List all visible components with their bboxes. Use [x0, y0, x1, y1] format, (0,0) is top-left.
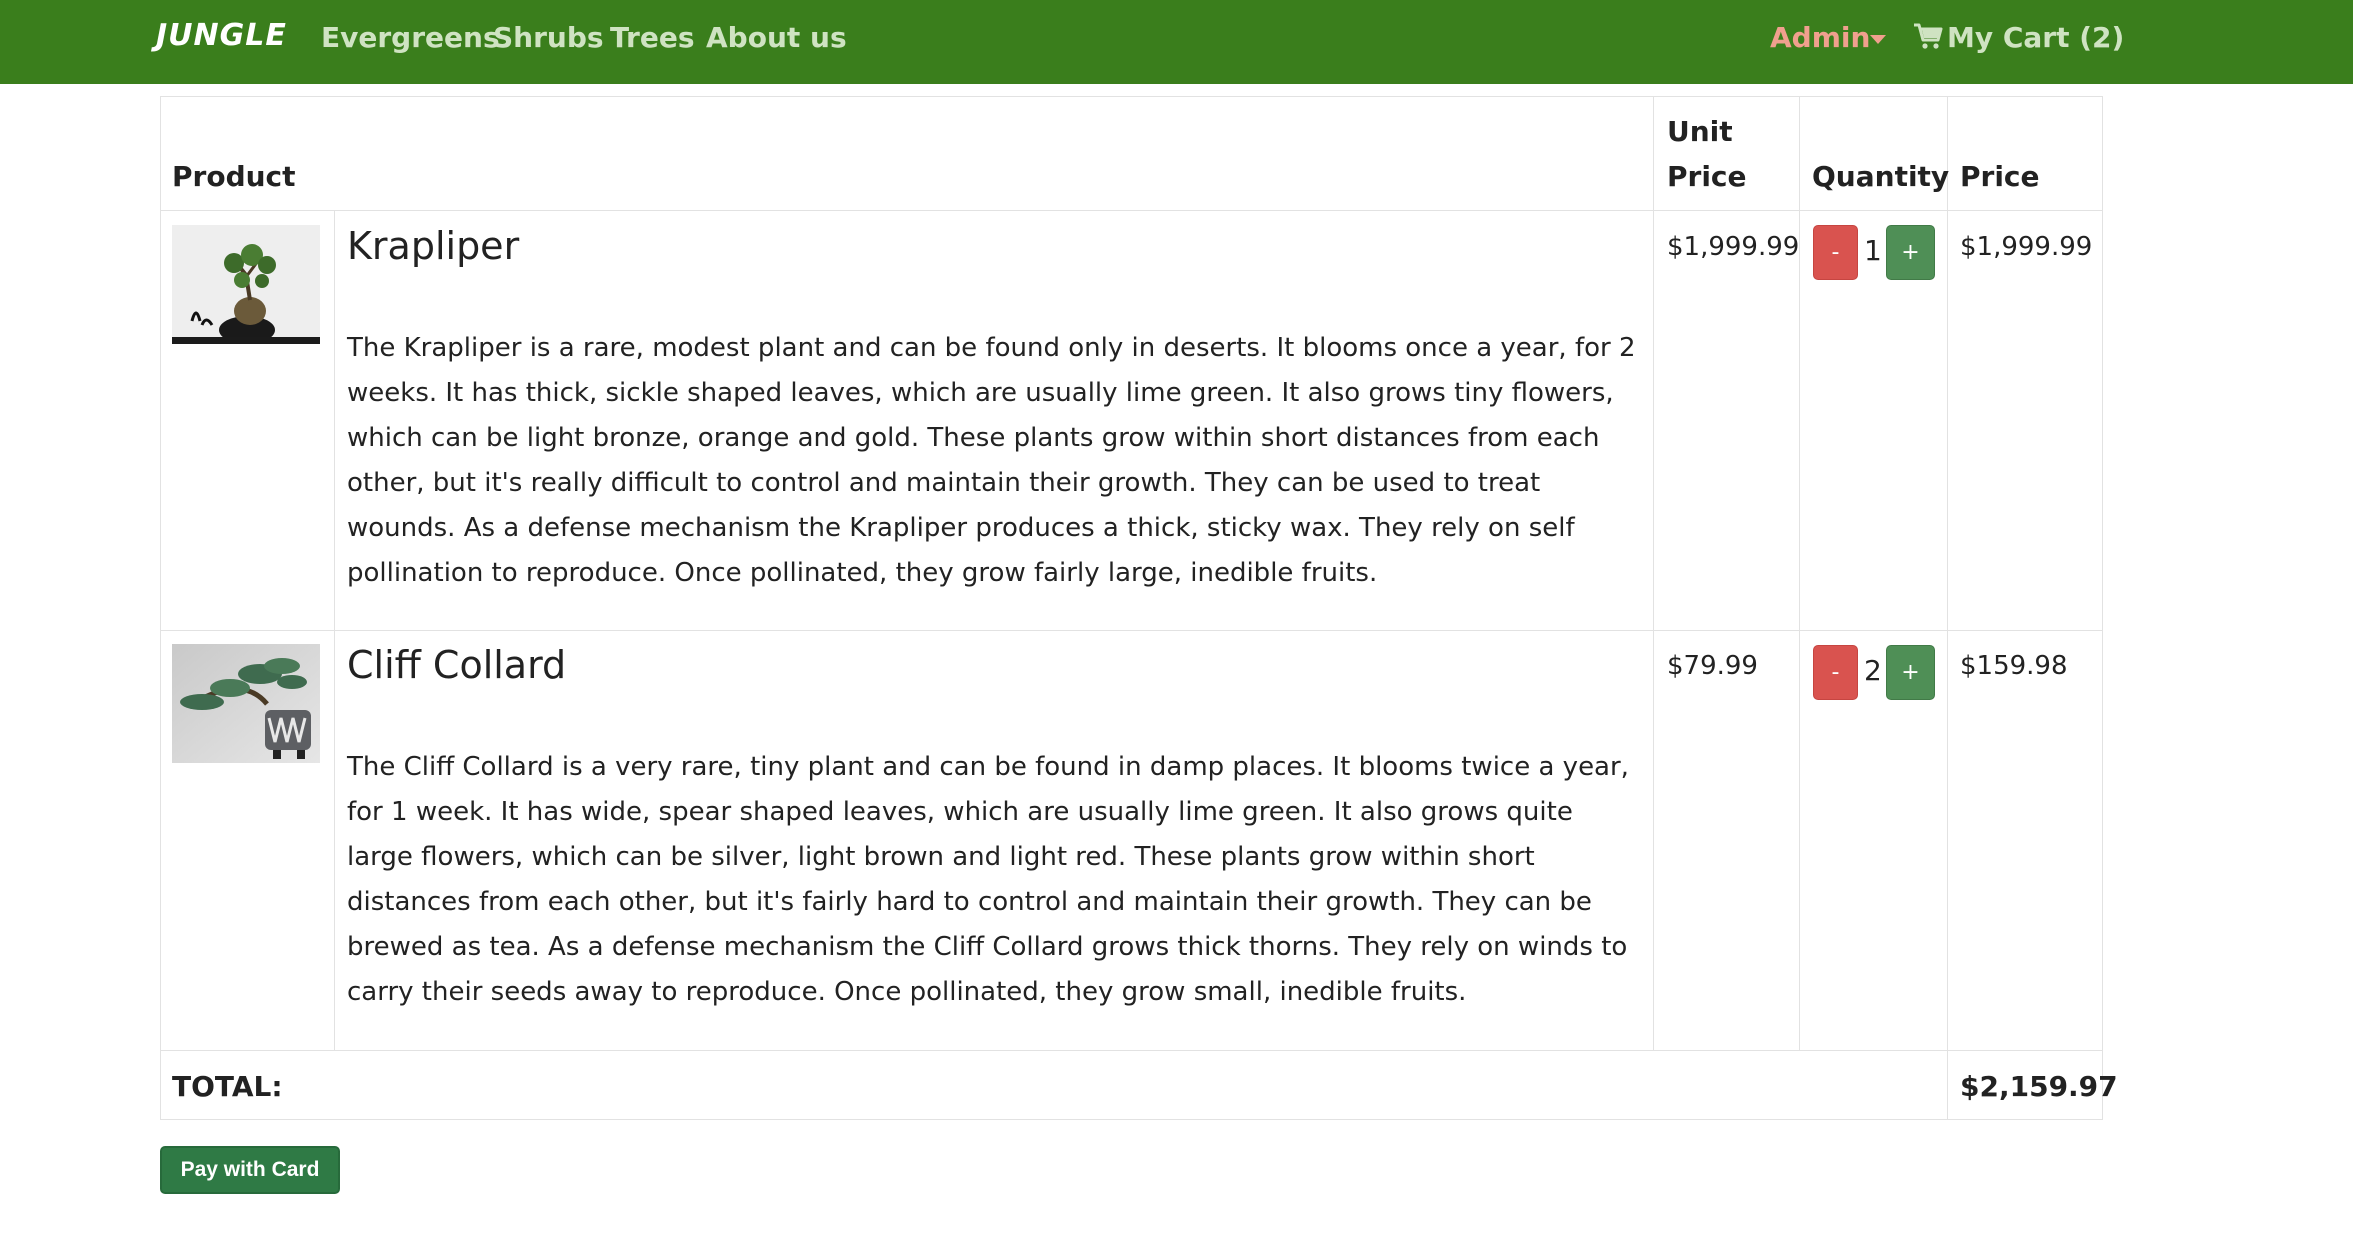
header-unit-price-line1: Unit [1667, 115, 1733, 148]
unit-price: $79.99 [1667, 651, 1758, 681]
line-price: $1,999.99 [1960, 232, 2093, 262]
product-description: The Krapliper is a rare, modest plant an… [347, 333, 1636, 588]
increment-quantity-button[interactable]: + [1886, 225, 1935, 280]
header-product: Product [172, 160, 296, 193]
nav-link-shrubs[interactable]: Shrubs [493, 21, 604, 54]
column-divider [1947, 96, 1948, 1120]
nav-link-about-us[interactable]: About us [706, 21, 847, 54]
total-value: $2,159.97 [1960, 1070, 2118, 1103]
line-price: $159.98 [1960, 651, 2068, 681]
my-cart-label: My Cart (2) [1947, 21, 2125, 54]
row-divider [160, 630, 2103, 631]
header-divider [160, 210, 2103, 211]
unit-price: $1,999.99 [1667, 232, 1800, 262]
total-label: TOTAL: [172, 1070, 283, 1103]
admin-dropdown[interactable]: Admin [1770, 21, 1870, 54]
shopping-cart-icon [1914, 23, 1943, 49]
product-thumbnail[interactable] [172, 225, 320, 344]
decrement-quantity-button[interactable]: - [1813, 645, 1858, 700]
product-name[interactable]: Cliff Collard [347, 643, 566, 687]
product-thumbnail[interactable] [172, 644, 320, 763]
pay-with-card-button[interactable]: Pay with Card [160, 1146, 340, 1194]
header-price: Price [1960, 160, 2040, 193]
row-divider [160, 1050, 2103, 1051]
column-divider [1653, 96, 1654, 1050]
cascade-bonsai-thumbnail [172, 644, 320, 763]
bonsai-tree-thumbnail [172, 225, 320, 344]
quantity-value: 2 [1864, 654, 1882, 687]
nav-link-trees[interactable]: Trees [610, 21, 694, 54]
brand-logo[interactable]: JUNGLE [156, 18, 287, 53]
decrement-quantity-button[interactable]: - [1813, 225, 1858, 280]
column-divider [334, 210, 335, 1050]
caret-down-icon[interactable] [1870, 35, 1886, 44]
nav-link-evergreens[interactable]: Evergreens [321, 21, 500, 54]
product-description: The Cliff Collard is a very rare, tiny p… [347, 752, 1629, 1007]
header-quantity: Quantity [1812, 160, 1950, 193]
top-navbar: JUNGLE Evergreens Shrubs Trees About us … [0, 0, 2353, 84]
quantity-value: 1 [1864, 234, 1882, 267]
header-unit-price-line2: Price [1667, 160, 1747, 193]
product-name[interactable]: Krapliper [347, 224, 519, 268]
increment-quantity-button[interactable]: + [1886, 645, 1935, 700]
my-cart-link[interactable]: My Cart (2) [1913, 21, 2124, 54]
